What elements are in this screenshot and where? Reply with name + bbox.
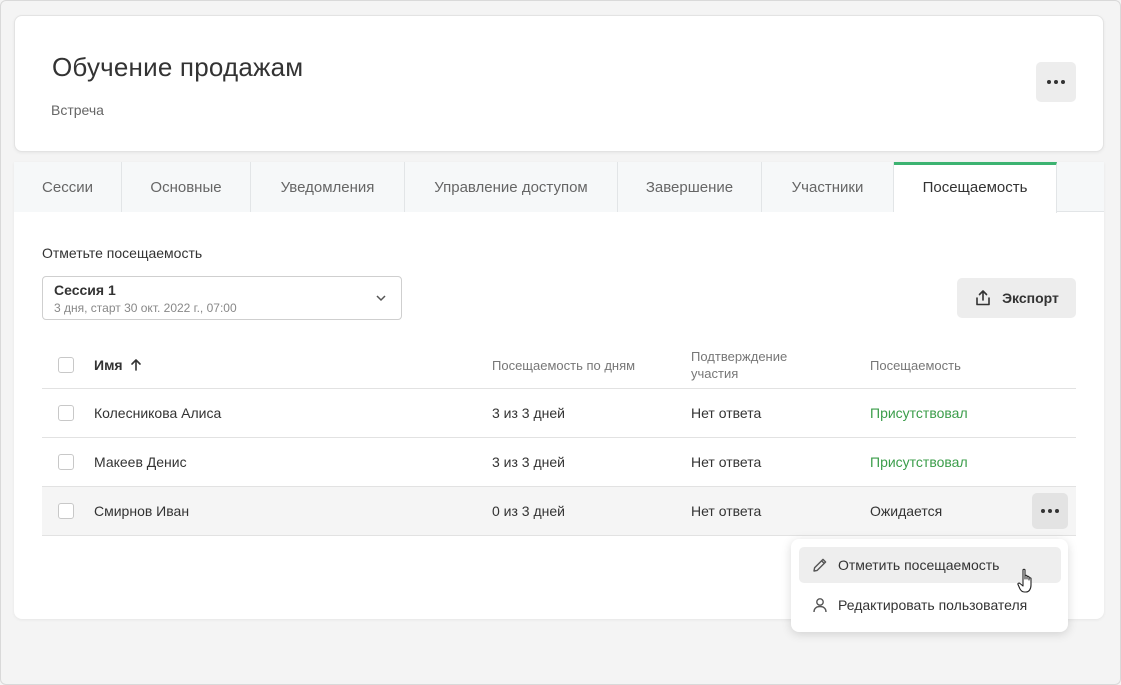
export-label: Экспорт — [1002, 290, 1059, 306]
session-meta: 3 дня, старт 30 окт. 2022 г., 07:00 — [54, 301, 237, 315]
table-row: Макеев Денис 3 из 3 дней Нет ответа Прис… — [42, 438, 1076, 487]
header-card: Обучение продажам Встреча — [14, 15, 1104, 152]
days-attended: 0 из 3 дней — [492, 503, 565, 519]
menu-item-label: Отметить посещаемость — [838, 557, 1000, 573]
attendance-status: Присутствовал — [870, 405, 968, 421]
more-horizontal-icon — [1047, 80, 1065, 84]
confirmation-status: Нет ответа — [691, 502, 762, 519]
chevron-down-icon — [376, 295, 386, 302]
header-more-button[interactable] — [1036, 62, 1076, 102]
table-row: Смирнов Иван 0 из 3 дней Нет ответа Ожид… — [42, 487, 1076, 536]
table-header: Имя Посещаемость по дням Подтверждение у… — [42, 342, 1076, 389]
pencil-icon — [813, 558, 827, 572]
tab-access-management[interactable]: Управление доступом — [405, 162, 618, 212]
column-attendance-header: Посещаемость — [870, 357, 961, 373]
attendance-table: Имя Посещаемость по дням Подтверждение у… — [42, 342, 1076, 536]
select-all-checkbox[interactable] — [58, 357, 74, 373]
row-checkbox[interactable] — [58, 405, 74, 421]
row-checkbox[interactable] — [58, 454, 74, 470]
table-row: Колесникова Алиса 3 из 3 дней Нет ответа… — [42, 389, 1076, 438]
days-attended: 3 из 3 дней — [492, 454, 565, 470]
more-horizontal-icon — [1041, 509, 1059, 513]
tab-participants[interactable]: Участники — [762, 162, 894, 212]
column-confirmation-header: Подтверждение участия — [691, 349, 788, 381]
menu-item-label: Редактировать пользователя — [838, 597, 1028, 613]
page-title: Обучение продажам — [52, 52, 304, 82]
row-checkbox[interactable] — [58, 503, 74, 519]
participant-name: Смирнов Иван — [94, 503, 190, 519]
user-icon — [813, 598, 827, 613]
confirmation-status: Нет ответа — [691, 453, 762, 470]
column-days-header: Посещаемость по дням — [492, 357, 636, 373]
attendance-field-label: Отметьте посещаемость — [42, 245, 203, 261]
share-upload-icon — [976, 290, 990, 306]
export-button[interactable]: Экспорт — [957, 278, 1076, 318]
participant-name: Макеев Денис — [94, 454, 187, 470]
tab-sessions[interactable]: Сессии — [14, 162, 122, 212]
tab-notifications[interactable]: Уведомления — [251, 162, 405, 212]
page-subtitle: Встреча — [51, 102, 104, 118]
tab-attendance[interactable]: Посещаемость — [894, 162, 1057, 213]
confirmation-status: Нет ответа — [691, 404, 762, 421]
days-attended: 3 из 3 дней — [492, 405, 565, 421]
session-select[interactable]: Сессия 1 3 дня, старт 30 окт. 2022 г., 0… — [42, 276, 402, 320]
session-name: Сессия 1 — [54, 282, 116, 298]
tab-general[interactable]: Основные — [122, 162, 251, 212]
column-name-header[interactable]: Имя — [94, 342, 143, 388]
arrow-up-icon — [130, 359, 141, 371]
row-more-button[interactable] — [1032, 493, 1068, 529]
participant-name: Колесникова Алиса — [94, 405, 222, 421]
tab-bar: Сессии Основные Уведомления Управление д… — [14, 162, 1104, 213]
attendance-status: Ожидается — [870, 503, 943, 519]
attendance-status: Присутствовал — [870, 454, 968, 470]
hand-pointer-cursor-icon — [1017, 568, 1032, 593]
tab-completion[interactable]: Завершение — [618, 162, 762, 212]
